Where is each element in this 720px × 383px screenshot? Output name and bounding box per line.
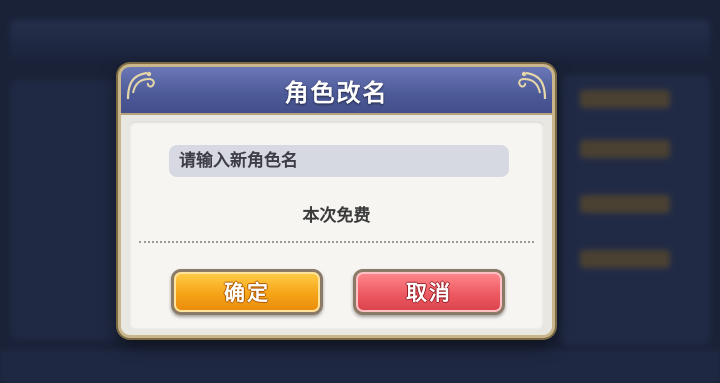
dotted-divider <box>139 241 534 243</box>
rename-dialog: 角色改名 本次免费 确定 取消 <box>118 64 555 338</box>
character-name-input[interactable] <box>169 145 509 177</box>
cancel-button[interactable]: 取消 <box>353 269 505 315</box>
game-screen: 角色改名 本次免费 确定 取消 <box>0 0 720 383</box>
ornament-corner-icon <box>126 71 155 100</box>
dialog-title: 角色改名 <box>284 78 389 107</box>
dialog-body: 本次免费 确定 取消 <box>129 121 544 329</box>
confirm-button[interactable]: 确定 <box>171 269 323 315</box>
dialog-header: 角色改名 <box>121 67 552 115</box>
ornament-corner-icon <box>518 71 547 100</box>
rename-cost-text: 本次免费 <box>302 206 371 226</box>
